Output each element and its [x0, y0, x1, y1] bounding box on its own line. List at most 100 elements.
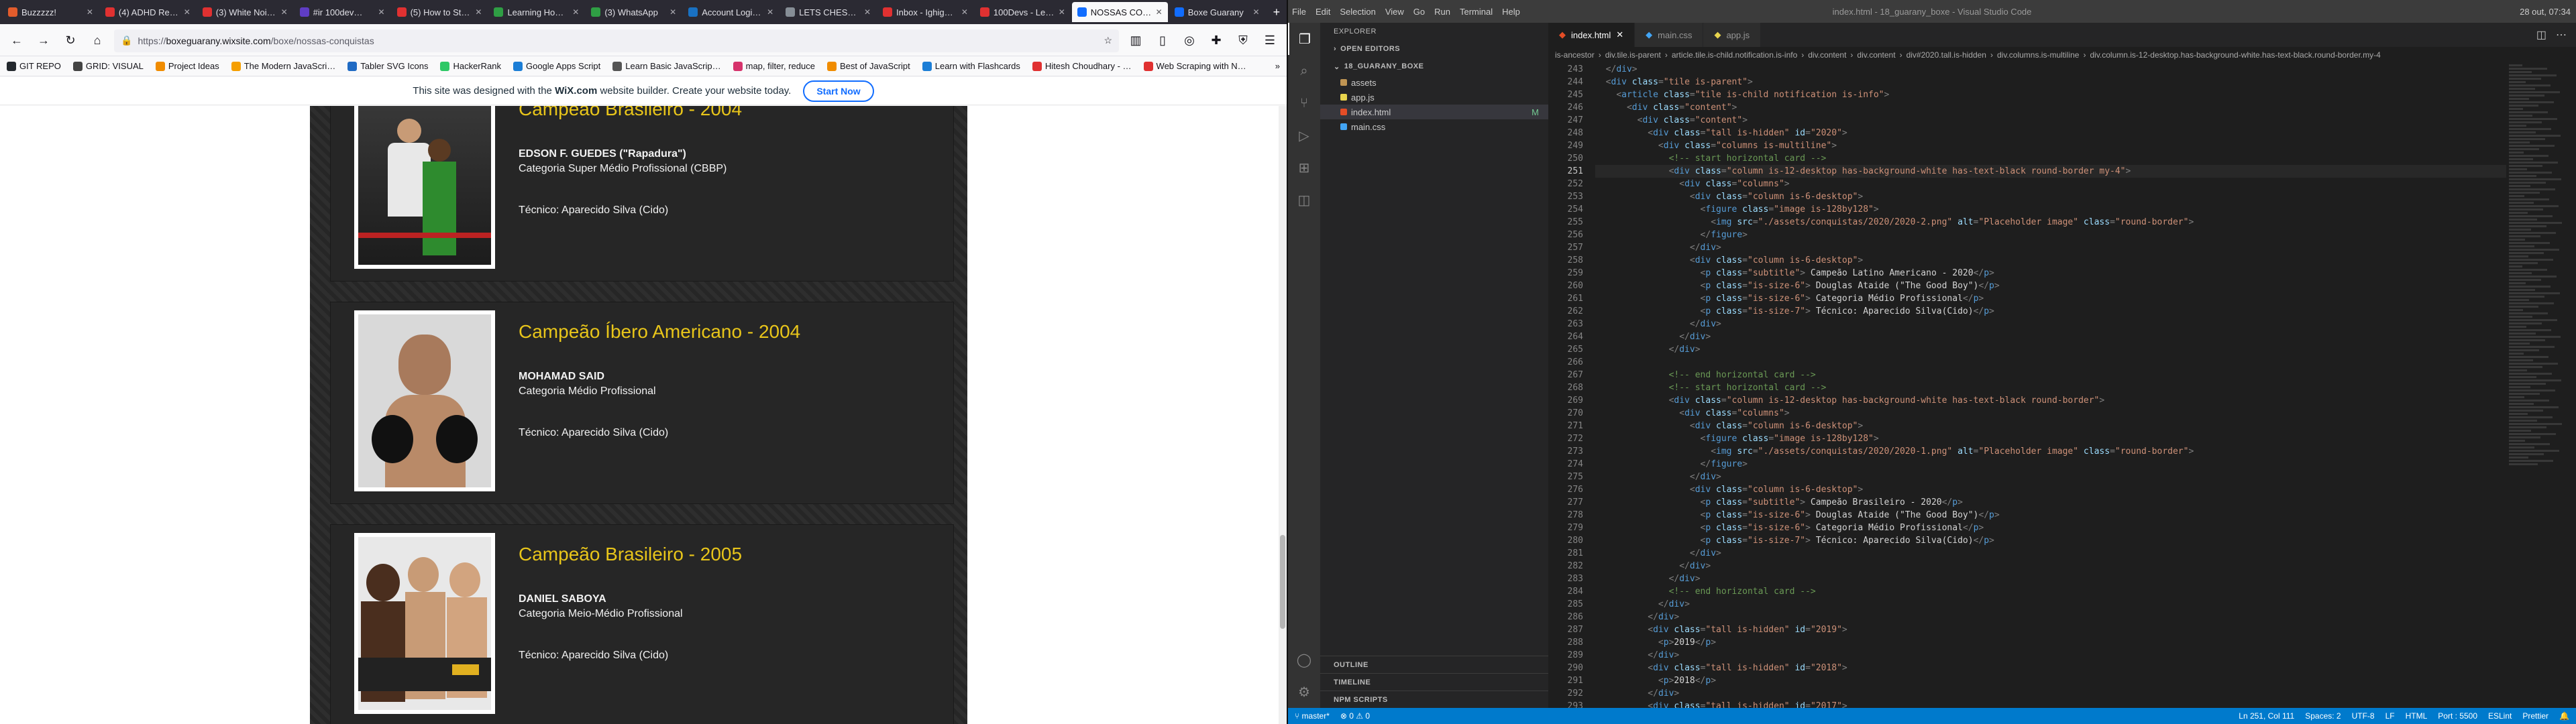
code-editor[interactable]: 243 244 245 246 247 248 249 250 251 252 253 254 255 2… [1548, 63, 2576, 708]
tab-close-icon[interactable]: ✕ [572, 7, 579, 17]
bookmark-star-icon[interactable]: ☆ [1104, 35, 1112, 46]
open-editors-section[interactable]: › OPEN EDITORS [1320, 40, 1548, 58]
code-line[interactable]: <div class="column is-6-desktop"> [1595, 254, 2521, 267]
bookmark-item[interactable]: HackerRank [440, 61, 501, 71]
shield-icon[interactable]: ⛨ [1233, 31, 1253, 51]
bookmark-item[interactable]: Web Scraping with N… [1143, 61, 1246, 71]
browser-tab[interactable]: Boxe Guarany ✕ [1169, 2, 1265, 22]
tab-close-icon[interactable]: ✕ [281, 7, 288, 17]
code-line[interactable]: <div class="column is-12-desktop has-bac… [1595, 394, 2521, 407]
line-endings[interactable]: LF [2385, 711, 2395, 721]
editor-tab[interactable]: ◆ index.html ✕ [1548, 23, 1635, 47]
bookmark-item[interactable]: Tabler SVG Icons [347, 61, 428, 71]
menu-item-selection[interactable]: Selection [1340, 7, 1375, 17]
code-line[interactable]: <article class="tile is-child notificati… [1595, 88, 2521, 101]
code-line[interactable]: </div> [1595, 649, 2521, 662]
tab-close-icon[interactable]: ✕ [669, 7, 676, 17]
browser-tab[interactable]: #ir 100dev… ✕ [294, 2, 390, 22]
browser-tab[interactable]: Buzzzzz! ✕ [3, 2, 99, 22]
menu-item-view[interactable]: View [1385, 7, 1404, 17]
code-line[interactable]: </div> [1595, 598, 2521, 611]
code-line[interactable]: </div> [1595, 611, 2521, 623]
tab-close-icon[interactable]: ✕ [1253, 7, 1260, 17]
code-line[interactable]: <div class="tall is-hidden" id="2018"> [1595, 662, 2521, 674]
code-line[interactable]: </div> [1595, 63, 2521, 76]
code-line[interactable]: </div> [1595, 687, 2521, 700]
browser-tab[interactable]: Inbox - Ighigh… ✕ [877, 2, 973, 22]
account-icon[interactable]: ◎ [1179, 31, 1199, 51]
code-line[interactable]: <div class="column is-6-desktop"> [1595, 420, 2521, 432]
browser-tab[interactable]: (3) White Nois… ✕ [197, 2, 293, 22]
menu-item-edit[interactable]: Edit [1316, 7, 1330, 17]
split-editor-icon[interactable]: ◫ [2536, 28, 2546, 42]
library-icon[interactable]: ▥ [1126, 31, 1146, 51]
code-line[interactable]: <p class="is-size-7"> Técnico: Aparecido… [1595, 534, 2521, 547]
breadcrumb-item[interactable]: div#2020.tall.is-hidden [1907, 50, 1986, 60]
account-icon[interactable]: ◯ [1288, 644, 1320, 676]
tab-close-icon[interactable]: ✕ [767, 7, 773, 17]
browser-tab[interactable]: (5) How to St… ✕ [392, 2, 488, 22]
code-line[interactable]: </div> [1595, 241, 2521, 254]
sidebar-panel-header[interactable]: OUTLINE [1320, 656, 1548, 673]
menu-item-go[interactable]: Go [1413, 7, 1425, 17]
tab-close-icon[interactable]: ✕ [184, 7, 191, 17]
code-line[interactable]: <p class="is-size-6"> Categoria Médio Pr… [1595, 522, 2521, 534]
file-tree-item[interactable]: app.js [1320, 90, 1548, 105]
code-line[interactable]: <figure class="image is-128by128"> [1595, 203, 2521, 216]
code-line[interactable]: <div class="column is-6-desktop"> [1595, 483, 2521, 496]
breadcrumb-item[interactable]: is-ancestor [1555, 50, 1595, 60]
browser-tab[interactable]: 100Devs - Lei… ✕ [975, 2, 1071, 22]
code-line[interactable]: <p class="is-size-7"> Técnico: Aparecido… [1595, 305, 2521, 318]
code-line[interactable]: <p>2018</p> [1595, 674, 2521, 687]
code-line[interactable] [1595, 356, 2521, 369]
code-line[interactable]: <p>2019</p> [1595, 636, 2521, 649]
code-lines[interactable]: </div> <div class="tile is-parent"> <art… [1595, 63, 2521, 708]
menu-icon[interactable]: ☰ [1260, 31, 1280, 51]
bookmark-item[interactable]: GIT REPO [7, 61, 61, 71]
url-bar[interactable]: 🔒 https://boxeguarany.wixsite.com/boxe/n… [114, 29, 1119, 52]
code-line[interactable]: <p class="is-size-6"> Douglas Ataide ("T… [1595, 280, 2521, 292]
minimap[interactable] [2506, 63, 2567, 708]
code-line[interactable]: </div> [1595, 471, 2521, 483]
bookmark-item[interactable]: Project Ideas [155, 61, 219, 71]
breadcrumb-item[interactable]: div.columns.is-multiline [1997, 50, 2079, 60]
code-line[interactable]: <p class="is-size-6"> Categoria Médio Pr… [1595, 292, 2521, 305]
code-line[interactable]: <!-- end horizontal card --> [1595, 369, 2521, 381]
notifications-bell-icon[interactable]: 🔔 [2559, 711, 2569, 721]
problems-indicator[interactable]: ⊗ 0 ⚠ 0 [1340, 711, 1370, 721]
settings-gear-icon[interactable]: ⚙ [1288, 676, 1320, 708]
code-line[interactable]: <img src="./assets/conquistas/2020/2020-… [1595, 216, 2521, 229]
code-line[interactable]: <p class="subtitle"> Campeão Brasileiro … [1595, 496, 2521, 509]
search-icon[interactable]: ⌕ [1288, 55, 1320, 87]
code-line[interactable]: <div class="column is-6-desktop"> [1595, 190, 2521, 203]
page-scrollbar[interactable] [1279, 106, 1287, 724]
code-line[interactable]: </figure> [1595, 458, 2521, 471]
back-icon[interactable]: ← [7, 31, 27, 51]
code-line[interactable]: </div> [1595, 572, 2521, 585]
code-line[interactable]: <figure class="image is-128by128"> [1595, 432, 2521, 445]
code-line[interactable]: </div> [1595, 560, 2521, 572]
menu-item-terminal[interactable]: Terminal [1460, 7, 1493, 17]
browser-tab[interactable]: (3) WhatsApp ✕ [586, 2, 682, 22]
browser-tab[interactable]: Account Login… ✕ [683, 2, 779, 22]
scrollbar-thumb[interactable] [1280, 535, 1285, 629]
code-line[interactable]: <div class="tall is-hidden" id="2020"> [1595, 127, 2521, 139]
menu-item-run[interactable]: Run [1434, 7, 1450, 17]
source-control-icon[interactable]: ⑂ [1288, 87, 1320, 119]
eslint-status[interactable]: ESLint [2488, 711, 2512, 721]
browser-tab[interactable]: LETS CHESS in th… ✕ [780, 2, 876, 22]
breadcrumb-item[interactable]: div.column.is-12-desktop.has-background-… [2090, 50, 2380, 60]
remote-explorer-icon[interactable]: ◫ [1288, 184, 1320, 216]
code-line[interactable]: </div> [1595, 343, 2521, 356]
tab-close-icon[interactable]: ✕ [87, 7, 93, 17]
code-line[interactable]: <div class="column is-12-desktop has-bac… [1595, 165, 2521, 178]
code-line[interactable]: </div> [1595, 547, 2521, 560]
breadcrumb-item[interactable]: div.content [1857, 50, 1895, 60]
browser-tab[interactable]: (4) ADHD Relie… ✕ [100, 2, 196, 22]
tab-close-icon[interactable]: ✕ [1156, 7, 1163, 17]
prettier-status[interactable]: Prettier [2522, 711, 2548, 721]
sidebar-icon[interactable]: ▯ [1152, 31, 1173, 51]
code-line[interactable]: <!-- start horizontal card --> [1595, 152, 2521, 165]
run-debug-icon[interactable]: ▷ [1288, 119, 1320, 152]
code-line[interactable]: <div class="content"> [1595, 101, 2521, 114]
